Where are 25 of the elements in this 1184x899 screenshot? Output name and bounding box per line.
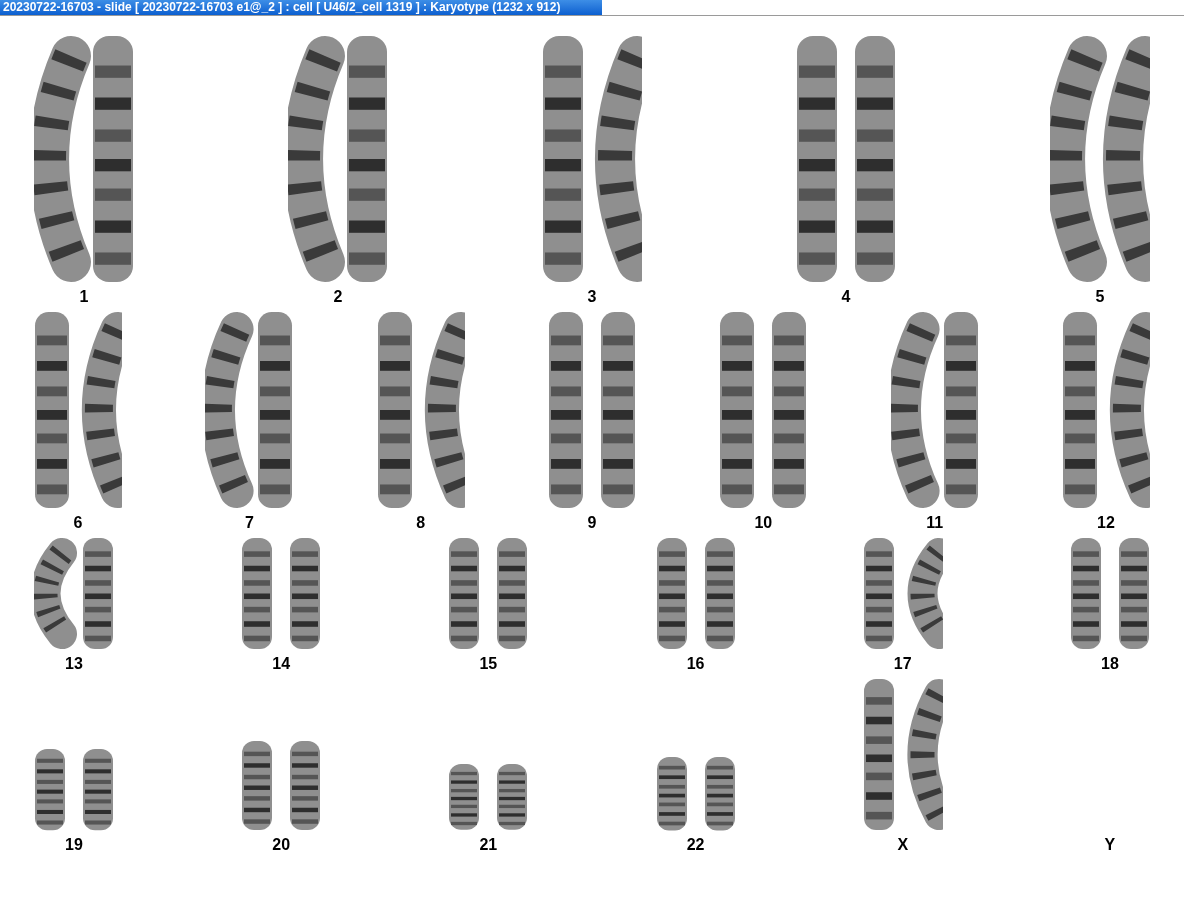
chromosome-label: 21 <box>479 835 498 855</box>
chromosome-label: X <box>897 835 909 855</box>
chromosome-label: 3 <box>587 287 597 307</box>
chromosome-label: 20 <box>272 835 291 855</box>
chromosome-label: 9 <box>587 513 597 533</box>
chromosome-label: 11 <box>926 513 944 533</box>
chromosome-label: 12 <box>1097 513 1115 533</box>
chromosome-label: 4 <box>841 287 851 307</box>
chromosome-label: 8 <box>416 513 426 533</box>
chromosome-label: 17 <box>893 654 912 674</box>
chromosome-label: 10 <box>754 513 773 533</box>
chromosome-label: 19 <box>65 835 83 855</box>
chromosome-label: 7 <box>244 513 254 533</box>
chromosome-label: 22 <box>686 835 705 855</box>
chromosome-label: 18 <box>1101 654 1119 674</box>
window-title: 20230722-16703 - slide [ 20230722-16703 e1@_2 ] : cell [ U46/2_cell 1319 ] : Karyotype (1232 x 912) <box>0 0 602 15</box>
chromosome-label: 2 <box>333 287 343 307</box>
chromosome-label: 5 <box>1095 287 1105 307</box>
chromosome-label: 6 <box>73 513 83 533</box>
chromosome-label: 15 <box>479 654 498 674</box>
chromosome-label: Y <box>1104 835 1116 855</box>
chromosome-label: 16 <box>686 654 705 674</box>
chromosome-label: 13 <box>65 654 83 674</box>
chromosome-label: 14 <box>272 654 291 674</box>
chromosome-label: 1 <box>79 287 89 307</box>
